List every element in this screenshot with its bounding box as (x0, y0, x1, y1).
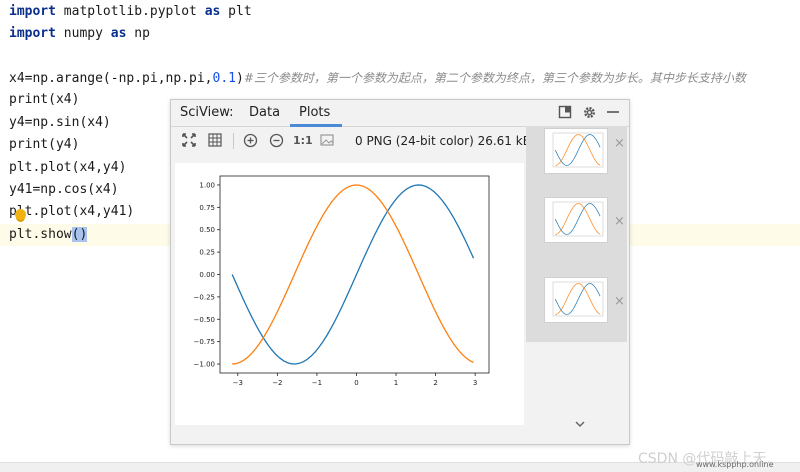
y-tick-label: −0.25 (194, 293, 215, 301)
code-text: matplotlib.pyplot (55, 4, 205, 19)
code-text: np (126, 26, 150, 41)
plot-thumbnails: × × × (526, 126, 627, 342)
watermark-site: www.kspphp.online (696, 460, 774, 469)
code-text: numpy (55, 26, 111, 41)
plot-thumbnail[interactable] (544, 128, 608, 174)
sciview-panel: SciView: Data Plots 1:1 0 PNG (24-bit co… (170, 99, 630, 445)
x-tick-label: 0 (354, 379, 358, 387)
code-line-5[interactable]: y4=np.sin(x4) (9, 112, 111, 134)
keyword: as (204, 4, 221, 19)
code-text: x4=np.arange(-np.pi,np.pi, (9, 71, 213, 86)
toolbar-separator (233, 133, 234, 149)
close-thumbnail-icon[interactable]: × (614, 215, 626, 228)
code-line-2[interactable]: import numpy as np (9, 23, 150, 45)
code-comment: #三个参数时，第一个参数为起点，第二个参数为终点，第三个参数为步长。其中步长支持… (243, 71, 746, 85)
x-tick-label: 3 (473, 379, 477, 387)
x-tick-label: 2 (433, 379, 437, 387)
grid-icon[interactable] (207, 133, 223, 149)
plot-toolbar: 1:1 0 PNG (24-bit color) 26.61 kB (171, 128, 531, 154)
sciview-title: SciView: (180, 105, 234, 120)
chevron-down-icon[interactable] (574, 418, 586, 430)
x-tick-label: 1 (394, 379, 398, 387)
active-tab-indicator (290, 124, 342, 127)
thumbnail-series-cos (555, 134, 601, 166)
image-icon[interactable] (319, 133, 335, 149)
x-tick-label: −1 (312, 379, 322, 387)
code-line-10[interactable]: plt.show() (9, 224, 88, 246)
thumbnail-series-sin (554, 134, 601, 166)
y-tick-label: 0.25 (199, 249, 215, 257)
code-line-9[interactable]: plt.plot(x4,y41) (9, 201, 134, 223)
actual-size-icon[interactable]: 1:1 (293, 133, 313, 149)
thumbnail-series-cos (555, 283, 601, 315)
thumbnail-series-sin (554, 203, 601, 235)
gear-icon[interactable] (581, 105, 597, 121)
selected-text: () (71, 227, 88, 242)
plot-thumbnail[interactable] (544, 197, 608, 243)
y-tick-label: −0.50 (194, 316, 215, 324)
keyword: import (9, 4, 56, 19)
minimize-icon[interactable] (605, 105, 621, 121)
thumbnail-series-cos (555, 203, 601, 235)
series-line-sin (231, 184, 475, 365)
y-tick-label: −0.75 (194, 338, 215, 346)
series-line-cos (232, 184, 474, 365)
code-line-6[interactable]: print(y4) (9, 134, 79, 156)
y-tick-label: 0.00 (199, 271, 215, 279)
x-tick-label: −2 (272, 379, 282, 387)
y-tick-label: 0.75 (199, 204, 215, 212)
code-text: plt.show (9, 227, 72, 242)
maximize-icon[interactable] (557, 105, 573, 121)
thumbnail-series-sin (554, 283, 601, 315)
code-line-7[interactable]: plt.plot(x4,y4) (9, 157, 126, 179)
zoom-in-icon[interactable] (242, 133, 258, 149)
y-tick-label: 1.00 (199, 181, 215, 189)
close-thumbnail-icon[interactable]: × (614, 295, 626, 308)
code-line-3[interactable]: x4=np.arange(-np.pi,np.pi,0.1)#三个参数时，第一个… (9, 67, 746, 89)
code-line-8[interactable]: y41=np.cos(x4) (9, 179, 119, 201)
x-tick-label: −3 (233, 379, 243, 387)
keyword: import (9, 26, 56, 41)
image-info: 0 PNG (24-bit color) 26.61 kB (355, 134, 531, 148)
tab-plots[interactable]: Plots (299, 105, 330, 120)
close-thumbnail-icon[interactable]: × (614, 137, 626, 150)
line-chart: −3 −2 −1 0 1 2 3 1.00 0.75 0.50 0.25 0.00 −0.25 −0.50… (194, 175, 490, 387)
code-line-4[interactable]: print(x4) (9, 89, 79, 111)
number-literal: 0.1 (212, 71, 236, 86)
y-tick-label: 0.50 (199, 226, 215, 234)
code-line-1[interactable]: import matplotlib.pyplot as plt (9, 1, 252, 23)
fit-icon[interactable] (181, 133, 197, 149)
sciview-header: SciView: Data Plots (171, 100, 629, 127)
y-tick-label: −1.00 (194, 361, 215, 369)
tab-data[interactable]: Data (249, 105, 280, 120)
code-text: ) (235, 71, 244, 86)
plot-thumbnail[interactable] (544, 277, 608, 323)
plot-canvas[interactable]: −3 −2 −1 0 1 2 3 1.00 0.75 0.50 0.25 0.00 −0.25 −0.50… (175, 163, 524, 425)
code-text: plt (220, 4, 252, 19)
keyword: as (110, 26, 127, 41)
zoom-out-icon[interactable] (268, 133, 284, 149)
lightbulb-icon[interactable] (15, 209, 26, 220)
